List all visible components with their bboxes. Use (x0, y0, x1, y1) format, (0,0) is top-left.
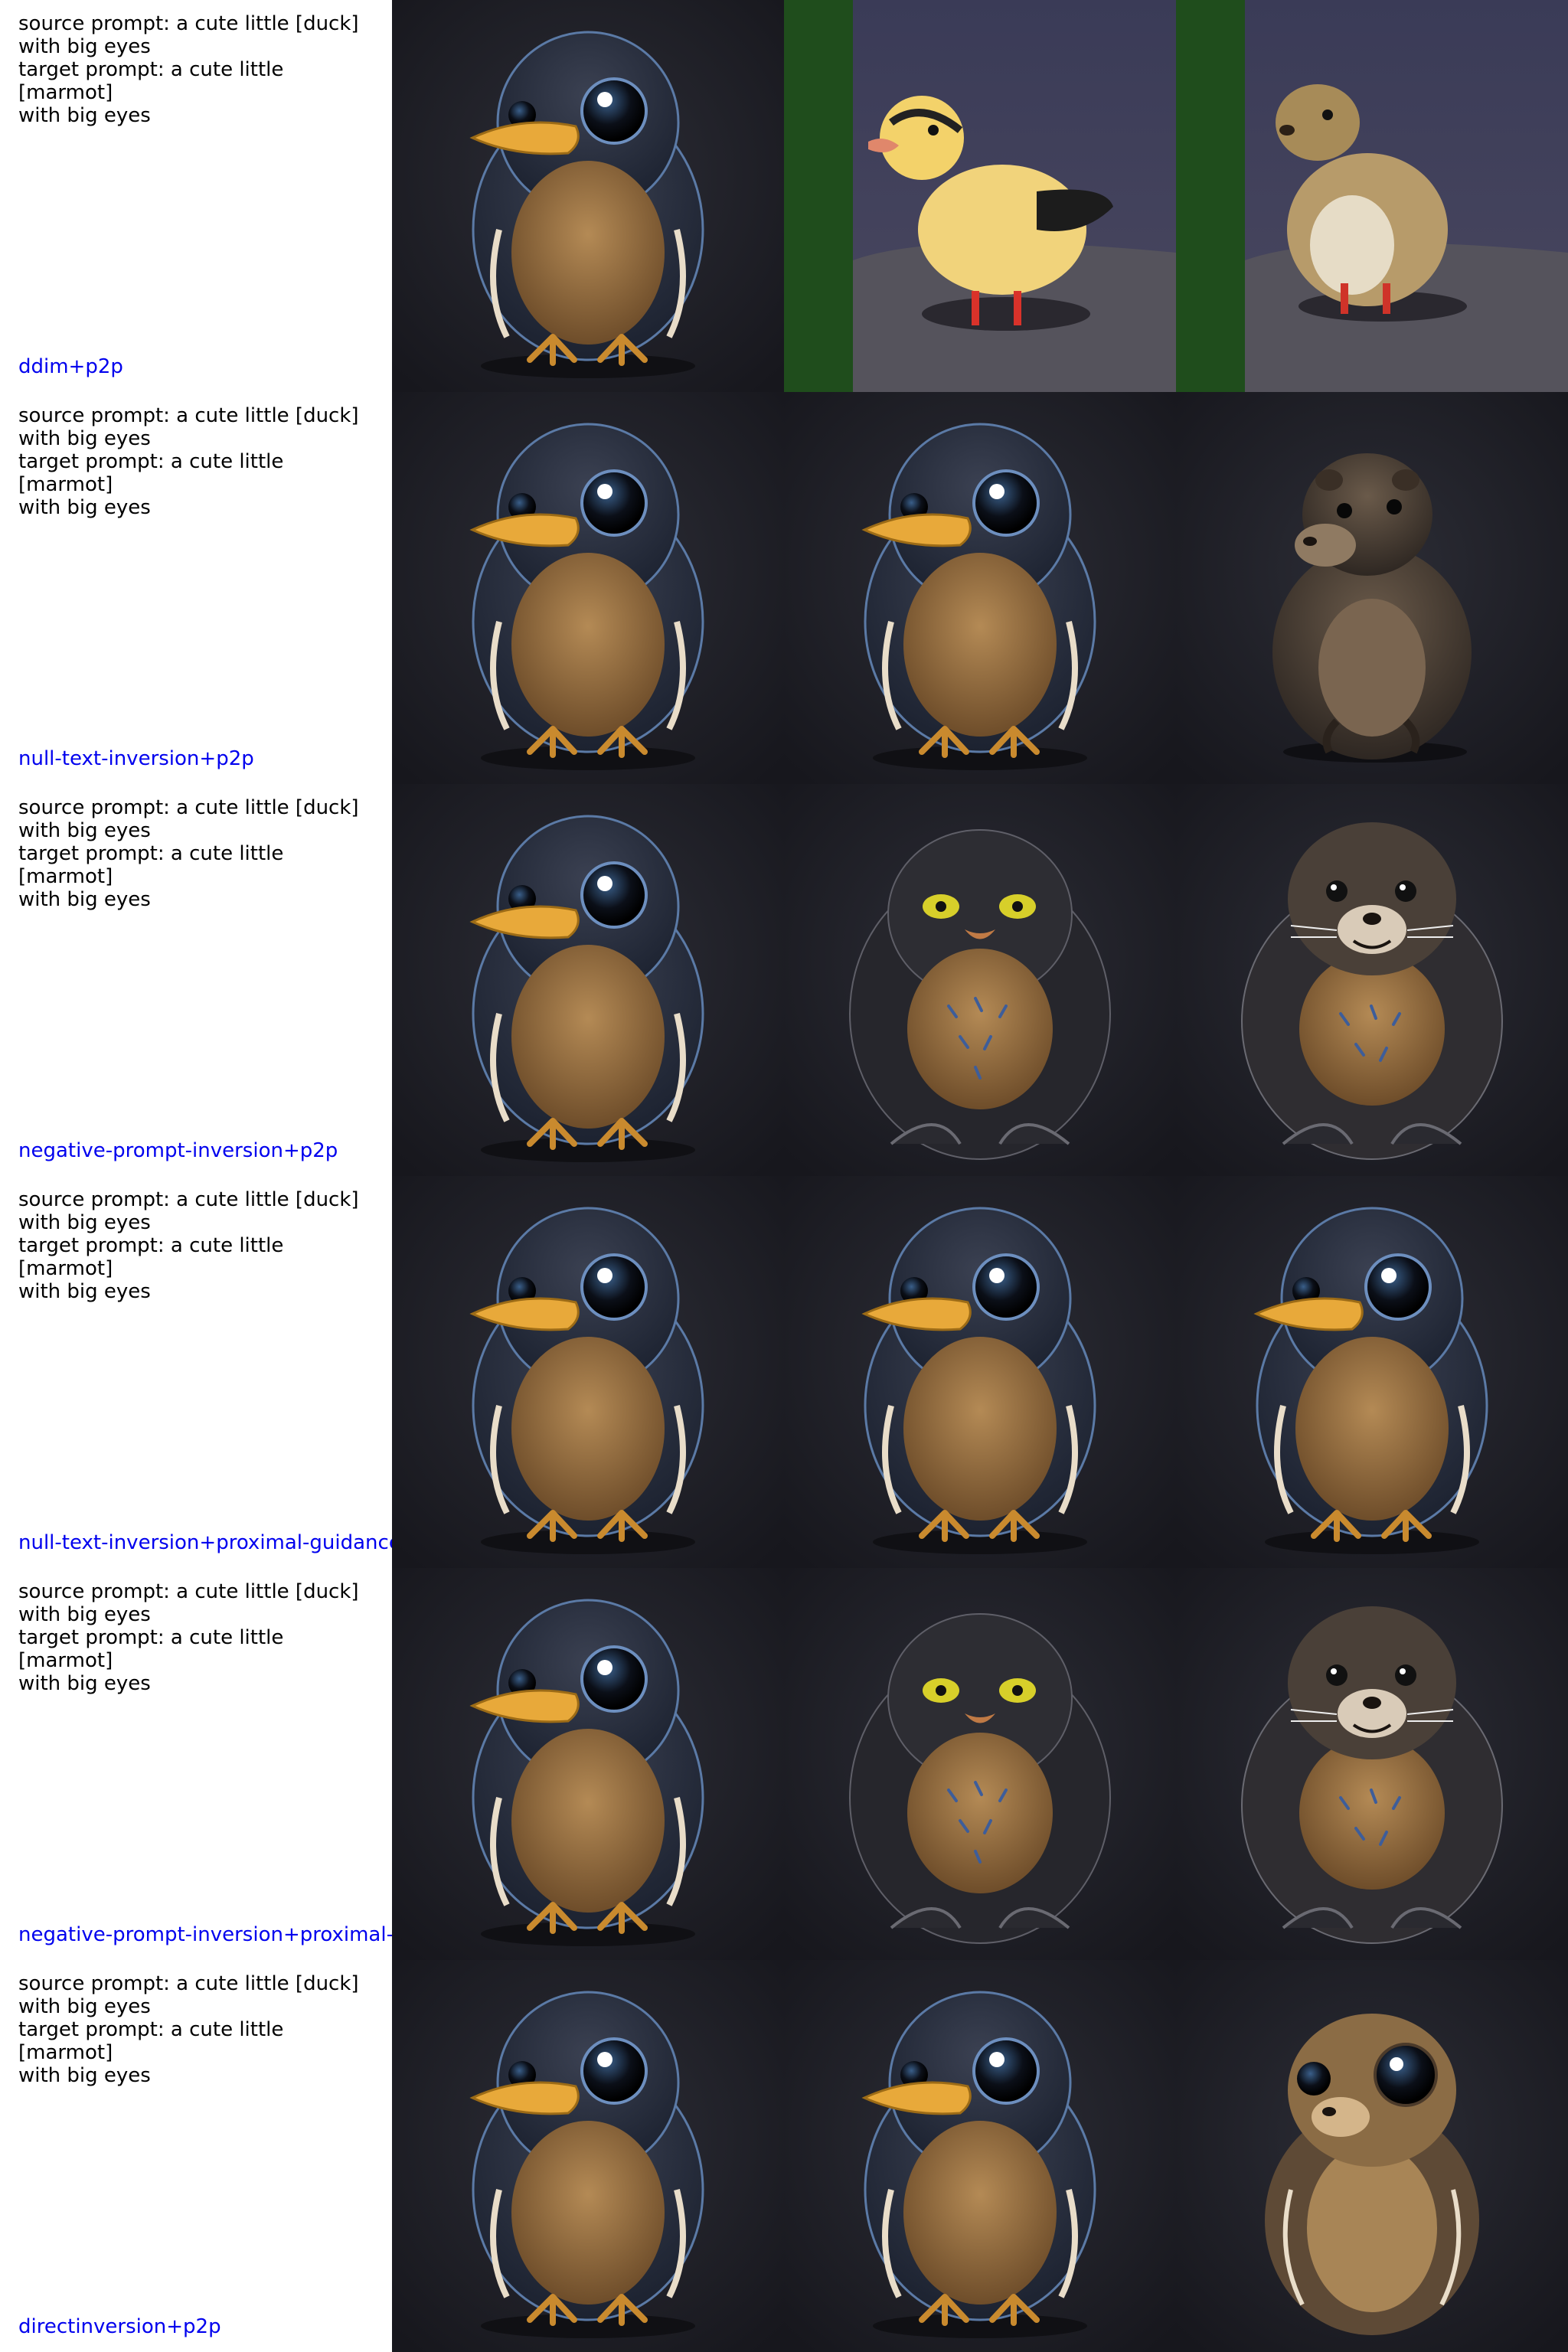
target-prompt-line: with big eyes (18, 496, 151, 519)
edited-marmot-big-eyes-illustration (1176, 1960, 1568, 2352)
target-prompt-line: with big eyes (18, 2064, 151, 2087)
reconstruction-dark-bird-illustration (784, 1568, 1176, 1960)
row-label-panel: source prompt: a cute little [duck] with … (0, 392, 392, 784)
target-prompt-line: with big eyes (18, 1672, 151, 1695)
source-duck-cartoon-illustration (392, 784, 784, 1176)
target-prompt-line: target prompt: a cute little [marmot] (18, 450, 284, 496)
edited-image (1176, 392, 1568, 784)
reconstruction-image (784, 784, 1176, 1176)
target-prompt-line: with big eyes (18, 104, 151, 127)
source-image (392, 1176, 784, 1568)
prompt-text: source prompt: a cute little [duck] with … (18, 796, 378, 911)
reconstruction-image (784, 0, 1176, 392)
method-label: null-text-inversion+p2p (18, 747, 254, 770)
source-duck-cartoon-illustration (392, 392, 784, 784)
target-prompt-line: target prompt: a cute little [marmot] (18, 2018, 284, 2064)
source-prompt-line: with big eyes (18, 1211, 151, 1234)
method-label: negative-prompt-inversion+proximal-g (18, 1923, 392, 1946)
target-prompt-line: target prompt: a cute little [marmot] (18, 58, 284, 104)
row-label-panel: source prompt: a cute little [duck] with … (0, 1960, 392, 2352)
source-prompt-line: source prompt: a cute little [duck] (18, 404, 359, 427)
target-prompt-line: target prompt: a cute little [marmot] (18, 842, 284, 888)
edited-image (1176, 1568, 1568, 1960)
edited-duck-cartoon-illustration (1176, 1176, 1568, 1568)
reconstruction-real-duck-illustration (784, 0, 1176, 392)
source-prompt-line: source prompt: a cute little [duck] (18, 1972, 359, 1995)
row-label-panel: source prompt: a cute little [duck] with … (0, 0, 392, 392)
prompt-text: source prompt: a cute little [duck] with … (18, 1972, 378, 2087)
source-duck-cartoon-illustration (392, 1960, 784, 2352)
target-prompt-line: with big eyes (18, 1280, 151, 1303)
source-image (392, 0, 784, 392)
prompt-text: source prompt: a cute little [duck] with … (18, 1580, 378, 1695)
comparison-grid: source prompt: a cute little [duck] with … (0, 0, 1568, 2352)
edited-real-marmot-illustration (1176, 0, 1568, 392)
row-label-panel: source prompt: a cute little [duck] with … (0, 1568, 392, 1960)
prompt-text: source prompt: a cute little [duck] with … (18, 1188, 378, 1303)
reconstruction-duck-cartoon-illustration (784, 392, 1176, 784)
source-duck-cartoon-illustration (392, 1176, 784, 1568)
method-label: negative-prompt-inversion+p2p (18, 1139, 338, 1162)
method-label: null-text-inversion+proximal-guidance (18, 1531, 392, 1554)
reconstruction-dark-bird-illustration (784, 784, 1176, 1176)
target-prompt-line: target prompt: a cute little [marmot] (18, 1234, 284, 1280)
prompt-text: source prompt: a cute little [duck] with … (18, 404, 378, 519)
source-duck-cartoon-illustration (392, 0, 784, 392)
source-prompt-line: with big eyes (18, 819, 151, 842)
source-prompt-line: with big eyes (18, 1995, 151, 2018)
edited-image (1176, 1176, 1568, 1568)
method-label: directinversion+p2p (18, 2315, 221, 2338)
reconstruction-image (784, 392, 1176, 784)
source-prompt-line: with big eyes (18, 35, 151, 58)
prompt-text: source prompt: a cute little [duck] with … (18, 12, 378, 127)
source-prompt-line: with big eyes (18, 1603, 151, 1626)
edited-image (1176, 1960, 1568, 2352)
source-prompt-line: source prompt: a cute little [duck] (18, 1188, 359, 1211)
edited-image (1176, 0, 1568, 392)
method-label: ddim+p2p (18, 355, 123, 378)
edited-marmot-cartoon-illustration (1176, 784, 1568, 1176)
reconstruction-image (784, 1568, 1176, 1960)
edited-marmot-realistic-illustration (1176, 392, 1568, 784)
source-image (392, 784, 784, 1176)
target-prompt-line: target prompt: a cute little [marmot] (18, 1626, 284, 1672)
source-prompt-line: source prompt: a cute little [duck] (18, 796, 359, 819)
source-prompt-line: source prompt: a cute little [duck] (18, 12, 359, 35)
edited-marmot-cartoon-illustration (1176, 1568, 1568, 1960)
reconstruction-duck-cartoon-illustration (784, 1176, 1176, 1568)
row-label-panel: source prompt: a cute little [duck] with … (0, 1176, 392, 1568)
source-duck-cartoon-illustration (392, 1568, 784, 1960)
edited-image (1176, 784, 1568, 1176)
source-prompt-line: with big eyes (18, 427, 151, 450)
reconstruction-image (784, 1960, 1176, 2352)
source-prompt-line: source prompt: a cute little [duck] (18, 1580, 359, 1603)
reconstruction-duck-cartoon-illustration (784, 1960, 1176, 2352)
reconstruction-image (784, 1176, 1176, 1568)
source-image (392, 1568, 784, 1960)
target-prompt-line: with big eyes (18, 888, 151, 911)
row-label-panel: source prompt: a cute little [duck] with … (0, 784, 392, 1176)
source-image (392, 1960, 784, 2352)
source-image (392, 392, 784, 784)
